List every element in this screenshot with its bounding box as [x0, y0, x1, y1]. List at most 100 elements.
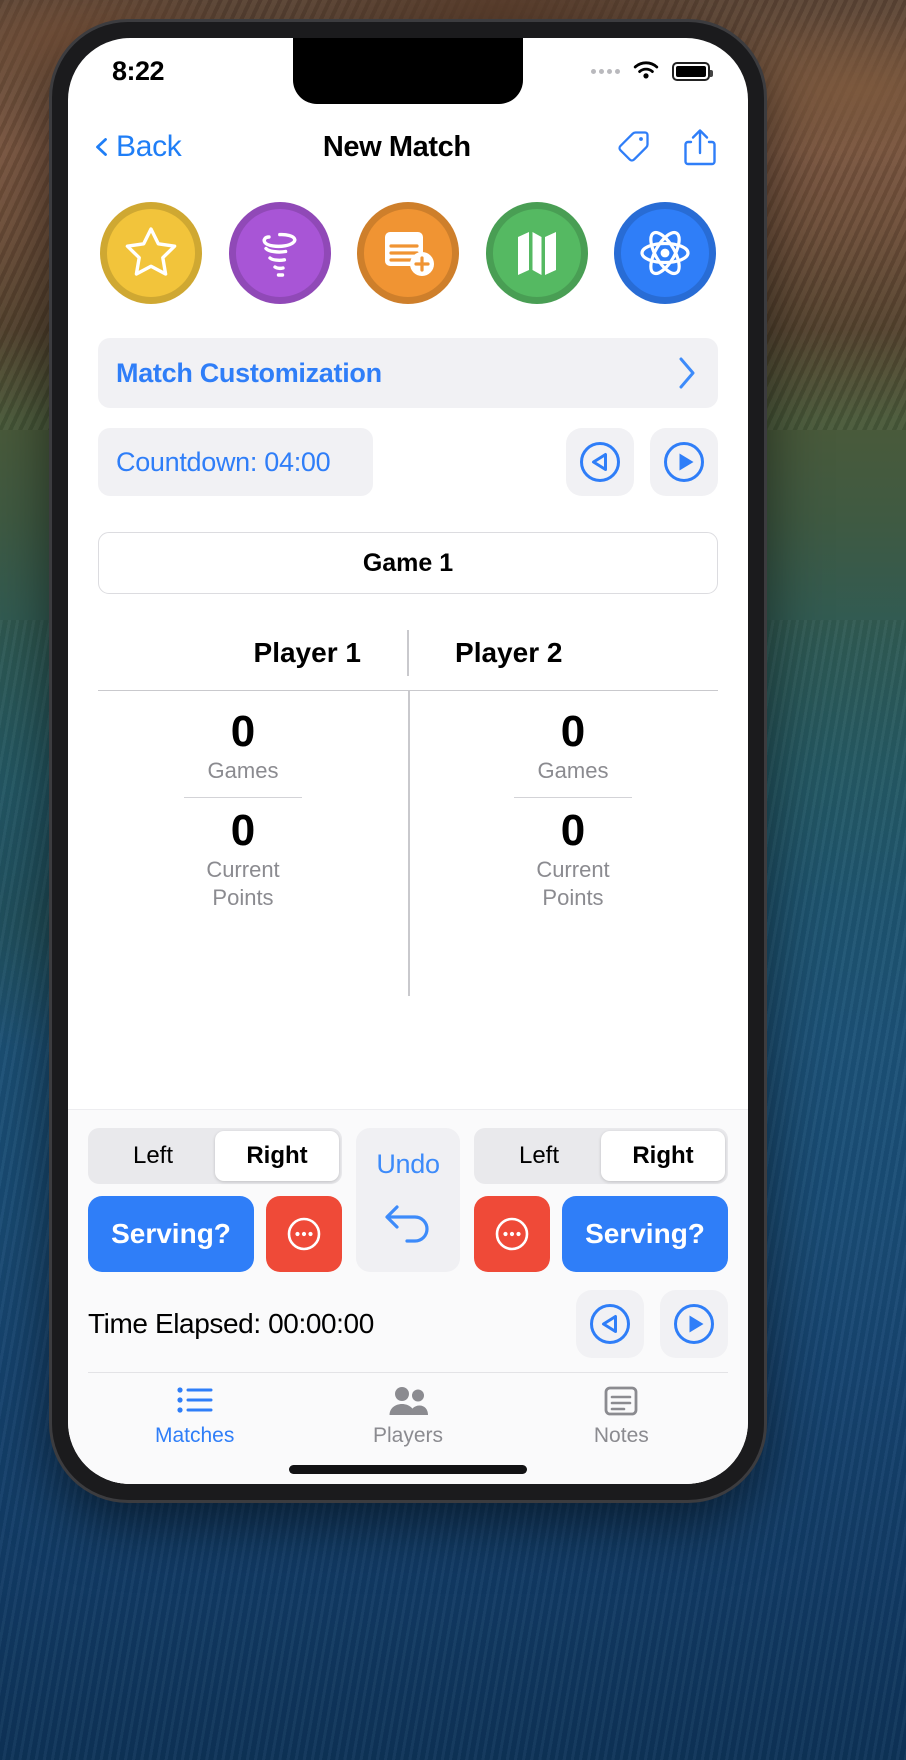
sport-button-star[interactable]	[100, 202, 202, 304]
tag-icon[interactable]	[612, 126, 654, 168]
notch	[293, 38, 523, 104]
tab-bar: Matches Players Notes	[88, 1372, 728, 1454]
ellipsis-circle-icon	[287, 1217, 321, 1251]
list-bullet-icon	[177, 1387, 213, 1413]
player2-side-left-option[interactable]: Left	[477, 1131, 601, 1181]
share-icon[interactable]	[680, 125, 720, 169]
phone-screen: 8:22 Back New Match Match Customization …	[68, 38, 748, 1484]
home-indicator	[88, 1454, 728, 1484]
player2-name: Player 2	[455, 637, 563, 668]
tornado-icon	[262, 232, 296, 277]
countdown-play-button[interactable]	[650, 428, 718, 496]
player1-more-button[interactable]	[266, 1196, 342, 1272]
player1-stat-divider	[184, 796, 302, 799]
signal-dots-icon	[591, 68, 620, 74]
tab-notes-label: Notes	[593, 1424, 649, 1447]
scoreboard-body: 0 Games 0 Current Points 0 Games 0 Curre…	[98, 691, 718, 996]
player2-controls: Left Right Serving?	[474, 1128, 728, 1272]
undo-label: Undo	[376, 1149, 440, 1180]
game-label: Game 1	[362, 548, 454, 577]
people-icon	[389, 1387, 428, 1415]
atom-icon	[640, 230, 690, 276]
player1-action-buttons: Serving?	[88, 1196, 342, 1272]
sport-button-tornado[interactable]	[228, 202, 331, 304]
tab-players[interactable]: Players	[301, 1385, 514, 1448]
sport-button-map[interactable]	[485, 202, 588, 304]
player1-games-label: Games	[207, 758, 279, 784]
match-customization-label: Match Customization	[116, 357, 382, 388]
player2-action-buttons: Serving?	[474, 1196, 728, 1272]
player1-serving-button[interactable]: Serving?	[88, 1196, 254, 1272]
page-title: New Match	[322, 130, 471, 163]
player2-points-value: 0	[560, 806, 586, 856]
player1-name: Player 1	[253, 637, 361, 668]
navigation-bar: Back New Match	[68, 104, 748, 190]
undo-arrow-icon	[385, 1205, 429, 1243]
player1-games-stat: 0 Games	[184, 707, 302, 785]
player1-points-stat: 0 Current Points	[184, 806, 302, 911]
back-button[interactable]: Back	[92, 130, 182, 164]
player1-controls: Left Right Serving?	[88, 1128, 342, 1272]
main-content: Match Customization Countdown: 04:00 Gam…	[68, 338, 748, 996]
phone-frame: 8:22 Back New Match Match Customization …	[52, 22, 764, 1500]
player2-serving-button[interactable]: Serving?	[562, 1196, 728, 1272]
player2-points-stat: 0 Current Points	[514, 806, 632, 911]
time-elapsed-buttons	[576, 1290, 728, 1358]
chevron-right-icon	[679, 357, 695, 389]
player2-score-column: 0 Games 0 Current Points	[408, 691, 718, 996]
sport-button-atom[interactable]	[614, 202, 716, 304]
player1-score-column: 0 Games 0 Current Points	[98, 691, 408, 996]
time-elapsed-row: Time Elapsed: 00:00:00	[88, 1272, 728, 1372]
map-icon	[517, 232, 556, 275]
tab-matches-label: Matches	[154, 1424, 235, 1447]
countdown-row: Countdown: 04:00	[98, 428, 718, 496]
countdown-label: Countdown: 04:00	[116, 446, 331, 477]
player1-side-left-option[interactable]: Left	[91, 1131, 215, 1181]
player1-side-segmented-control[interactable]: Left Right	[88, 1128, 342, 1184]
sport-icon-row	[68, 190, 748, 304]
countdown-display[interactable]: Countdown: 04:00	[98, 428, 373, 496]
countdown-rewind-button[interactable]	[566, 428, 634, 496]
tab-players-label: Players	[372, 1424, 443, 1447]
player2-side-right-option[interactable]: Right	[601, 1131, 725, 1181]
scoreboard-header: Player 1 Player 2	[98, 630, 718, 691]
bottom-control-panel: Left Right Serving? Undo Left Right Serv…	[68, 1109, 748, 1484]
elapsed-play-button[interactable]	[660, 1290, 728, 1358]
player1-side-right-option[interactable]: Right	[215, 1131, 339, 1181]
note-add-icon	[385, 232, 434, 276]
play-circle-icon	[674, 1304, 714, 1344]
tab-matches[interactable]: Matches	[88, 1385, 301, 1448]
player2-more-button[interactable]	[474, 1196, 550, 1272]
rewind-circle-icon	[590, 1304, 630, 1344]
status-time: 8:22	[112, 55, 165, 86]
rewind-circle-icon	[580, 442, 620, 482]
status-indicators	[591, 60, 713, 82]
tab-notes[interactable]: Notes	[515, 1385, 728, 1448]
elapsed-rewind-button[interactable]	[576, 1290, 644, 1358]
player1-games-value: 0	[230, 707, 256, 756]
scoreboard-center-divider	[408, 691, 410, 996]
ellipsis-circle-icon	[495, 1217, 529, 1251]
back-label: Back	[116, 130, 182, 163]
player1-points-label: Current Points	[206, 857, 280, 910]
player2-points-label: Current Points	[536, 857, 610, 910]
time-elapsed-label: Time Elapsed: 00:00:00	[88, 1308, 374, 1339]
player2-games-label: Games	[537, 758, 609, 784]
nav-actions	[612, 125, 720, 169]
player2-games-value: 0	[560, 707, 586, 756]
player-controls-row: Left Right Serving? Undo Left Right Serv…	[88, 1128, 728, 1272]
sport-button-new-note[interactable]	[357, 202, 459, 304]
chevron-left-icon	[96, 138, 107, 156]
note-icon	[604, 1386, 638, 1416]
player2-games-stat: 0 Games	[514, 707, 632, 785]
player2-side-segmented-control[interactable]: Left Right	[474, 1128, 728, 1184]
play-circle-icon	[664, 442, 704, 482]
battery-icon	[672, 61, 713, 81]
star-icon	[125, 227, 177, 276]
undo-button[interactable]: Undo	[356, 1128, 460, 1272]
game-selector[interactable]: Game 1	[98, 532, 718, 594]
match-customization-row[interactable]: Match Customization	[98, 338, 718, 408]
player1-points-value: 0	[230, 806, 256, 856]
wifi-icon	[633, 61, 659, 79]
player2-stat-divider	[514, 796, 632, 799]
